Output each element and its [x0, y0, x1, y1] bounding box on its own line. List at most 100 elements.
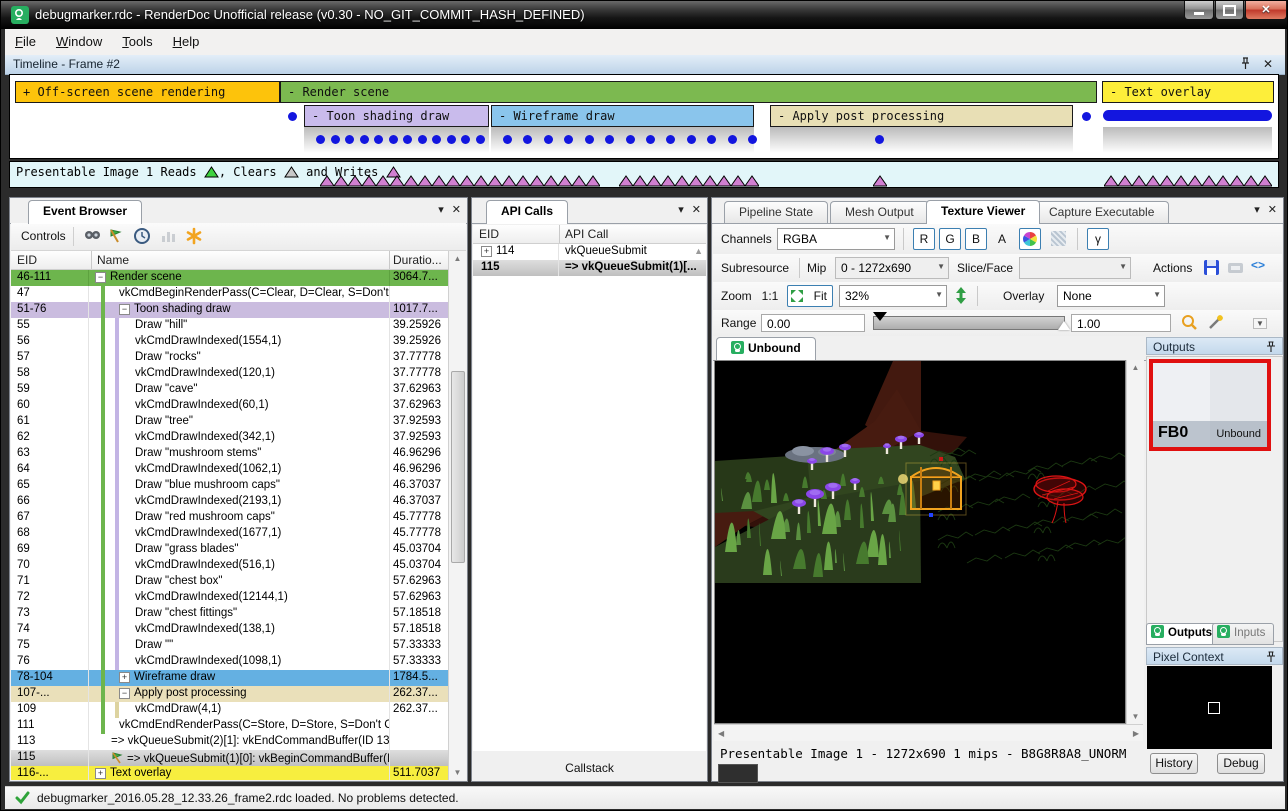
event-row[interactable]: 109vkCmdDraw(4,1)262.37... — [11, 702, 449, 718]
draw-event-dot[interactable] — [605, 135, 614, 144]
mip-select[interactable]: 0 - 1272x690▼ — [835, 257, 949, 279]
draw-event-dot[interactable] — [687, 135, 696, 144]
tab-capture-executable[interactable]: Capture Executable — [1034, 201, 1169, 223]
scroll-up-icon[interactable]: ▲ — [694, 246, 703, 256]
draw-event-dot[interactable] — [728, 135, 737, 144]
custom-shader-icon[interactable]: <> — [1251, 258, 1265, 272]
maximize-button[interactable] — [1215, 1, 1244, 20]
range-min-field[interactable]: 0.00 — [761, 314, 865, 332]
event-row[interactable]: 68vkCmdDrawIndexed(1677,1)45.77778 — [11, 526, 449, 542]
event-row[interactable]: 63Draw "mushroom stems"46.96296 — [11, 446, 449, 462]
event-row[interactable]: 74vkCmdDrawIndexed(138,1)57.18518 — [11, 622, 449, 638]
event-row[interactable]: 69Draw "grass blades"45.03704 — [11, 542, 449, 558]
range-max-field[interactable]: 1.00 — [1071, 314, 1171, 332]
event-row[interactable]: 56vkCmdDrawIndexed(1554,1)39.25926 — [11, 334, 449, 350]
event-row[interactable]: 59Draw "cave"37.62963 — [11, 382, 449, 398]
tree-expander-icon[interactable]: − — [95, 272, 106, 283]
close-button[interactable]: ✕ — [1245, 1, 1287, 20]
tab-texture-viewer[interactable]: Texture Viewer — [926, 200, 1040, 224]
menu-help[interactable]: Help — [163, 29, 210, 53]
history-button[interactable]: History — [1150, 753, 1198, 774]
timeline-marker-bar[interactable]: - Wireframe draw — [491, 105, 754, 127]
panel-close-icon[interactable]: ✕ — [692, 204, 701, 216]
menu-file[interactable]: File — [5, 29, 46, 53]
writes-triangle-group[interactable] — [320, 174, 600, 186]
event-row[interactable]: 65Draw "blue mushroom caps"46.37037 — [11, 478, 449, 494]
channels-select[interactable]: RGBA▼ — [777, 228, 895, 250]
event-row[interactable]: 107-...−Apply post processing262.37... — [11, 686, 449, 702]
event-row[interactable]: 111vkCmdEndRenderPass(C=Store, D=Store, … — [11, 718, 449, 734]
api-call-list[interactable]: +114vkQueueSubmit115=> vkQueueSubmit(1)[… — [473, 244, 706, 751]
save-texture-icon[interactable] — [1203, 259, 1220, 281]
checker-background-toggle[interactable] — [1047, 228, 1069, 250]
range-black-handle[interactable] — [873, 312, 887, 321]
histogram-wand-icon[interactable] — [1207, 314, 1224, 336]
timeline-marker-bar[interactable]: - Text overlay — [1102, 81, 1274, 103]
timeline-pin-icon[interactable] — [1240, 57, 1251, 73]
title-bar[interactable]: debugmarker.rdc - RenderDoc Unofficial r… — [1, 1, 1288, 29]
slice-face-select[interactable]: ▼ — [1019, 257, 1131, 279]
draw-events-pill[interactable] — [1103, 110, 1272, 121]
event-row[interactable]: 55Draw "hill"39.25926 — [11, 318, 449, 334]
tab-event-browser[interactable]: Event Browser — [28, 200, 142, 224]
event-row[interactable]: 76vkCmdDrawIndexed(1098,1)57.33333 — [11, 654, 449, 670]
event-row[interactable]: 73Draw "chest fittings"57.18518 — [11, 606, 449, 622]
texture-vscrollbar[interactable]: ▲ ▼ — [1126, 360, 1144, 724]
autofit-range-icon[interactable] — [1181, 314, 1198, 336]
panel-menu-icon[interactable]: ▾ — [678, 204, 684, 216]
bookmark-flag-icon[interactable] — [107, 227, 127, 247]
tab-unbound[interactable]: Unbound — [716, 337, 816, 360]
api-call-row[interactable]: 115=> vkQueueSubmit(1)[... — [473, 260, 706, 276]
tree-expander-icon[interactable]: − — [119, 688, 130, 699]
custom-filter-icon[interactable] — [185, 227, 205, 247]
draw-event-dot[interactable] — [447, 135, 456, 144]
event-row[interactable]: 60vkCmdDrawIndexed(60,1)37.62963 — [11, 398, 449, 414]
event-list-scrollbar[interactable]: ▲ ▼ — [448, 251, 466, 780]
tab-outputs[interactable]: Outputs — [1146, 623, 1221, 645]
event-row[interactable]: 67Draw "red mushroom caps"45.77778 — [11, 510, 449, 526]
time-duration-icon[interactable] — [133, 227, 153, 247]
menu-tools[interactable]: Tools — [112, 29, 162, 53]
fb0-thumbnail[interactable]: FB0 Unbound — [1149, 359, 1271, 451]
tree-expander-icon[interactable]: + — [119, 672, 130, 683]
event-row[interactable]: 61Draw "tree"37.92593 — [11, 414, 449, 430]
api-table-header[interactable]: EID API Call — [473, 225, 706, 244]
texture-display[interactable] — [714, 360, 1126, 724]
draw-event-dot[interactable] — [1082, 112, 1091, 121]
event-row[interactable]: 75Draw ""57.33333 — [11, 638, 449, 654]
event-row[interactable]: 57Draw "rocks"37.77778 — [11, 350, 449, 366]
draw-event-dot[interactable] — [503, 135, 512, 144]
draw-event-dot[interactable] — [646, 135, 655, 144]
draw-event-dot[interactable] — [288, 112, 297, 121]
draw-event-dot[interactable] — [476, 135, 485, 144]
flip-y-icon[interactable] — [955, 287, 967, 309]
panel-menu-icon[interactable]: ▾ — [1254, 204, 1260, 216]
event-table-header[interactable]: EID Name Duratio... — [11, 251, 449, 270]
writes-triangle-group[interactable] — [1104, 174, 1272, 186]
texture-hscrollbar[interactable]: ◀ ▶ — [714, 724, 1143, 741]
event-list[interactable]: 46-111−Render scene3064.7...47vkCmdBegin… — [11, 270, 449, 780]
event-row[interactable]: 70vkCmdDrawIndexed(516,1)45.03704 — [11, 558, 449, 574]
event-row[interactable]: 71Draw "chest box"57.62963 — [11, 574, 449, 590]
event-row[interactable]: 66vkCmdDrawIndexed(2193,1)46.37037 — [11, 494, 449, 510]
event-row[interactable]: 78-104+Wireframe draw1784.5... — [11, 670, 449, 686]
gamma-toggle[interactable]: γ — [1087, 228, 1109, 250]
zoom-fit-button[interactable]: Fit — [787, 285, 833, 307]
draw-event-dot[interactable] — [316, 135, 325, 144]
scroll-left-icon[interactable]: ◀ — [718, 729, 724, 738]
pin-icon[interactable] — [1266, 651, 1276, 666]
api-call-row[interactable]: +114vkQueueSubmit — [473, 244, 706, 260]
range-slider[interactable] — [873, 316, 1065, 330]
channel-red-toggle[interactable]: R — [913, 228, 935, 250]
scroll-right-icon[interactable]: ▶ — [1133, 729, 1139, 738]
range-white-handle[interactable] — [1058, 321, 1070, 330]
range-options-dropdown-icon[interactable]: ▼ — [1253, 318, 1267, 329]
event-row[interactable]: 47vkCmdBeginRenderPass(C=Clear, D=Clear,… — [11, 286, 449, 302]
draw-event-dot[interactable] — [360, 135, 369, 144]
scroll-up-icon[interactable]: ▲ — [449, 254, 466, 263]
draw-event-dot[interactable] — [544, 135, 553, 144]
tree-expander-icon[interactable]: − — [119, 304, 130, 315]
channel-green-toggle[interactable]: G — [939, 228, 961, 250]
event-row[interactable]: 115=> vkQueueSubmit(1)[0]: vkBeginComman… — [11, 750, 449, 766]
scrollbar-thumb[interactable] — [451, 371, 465, 563]
